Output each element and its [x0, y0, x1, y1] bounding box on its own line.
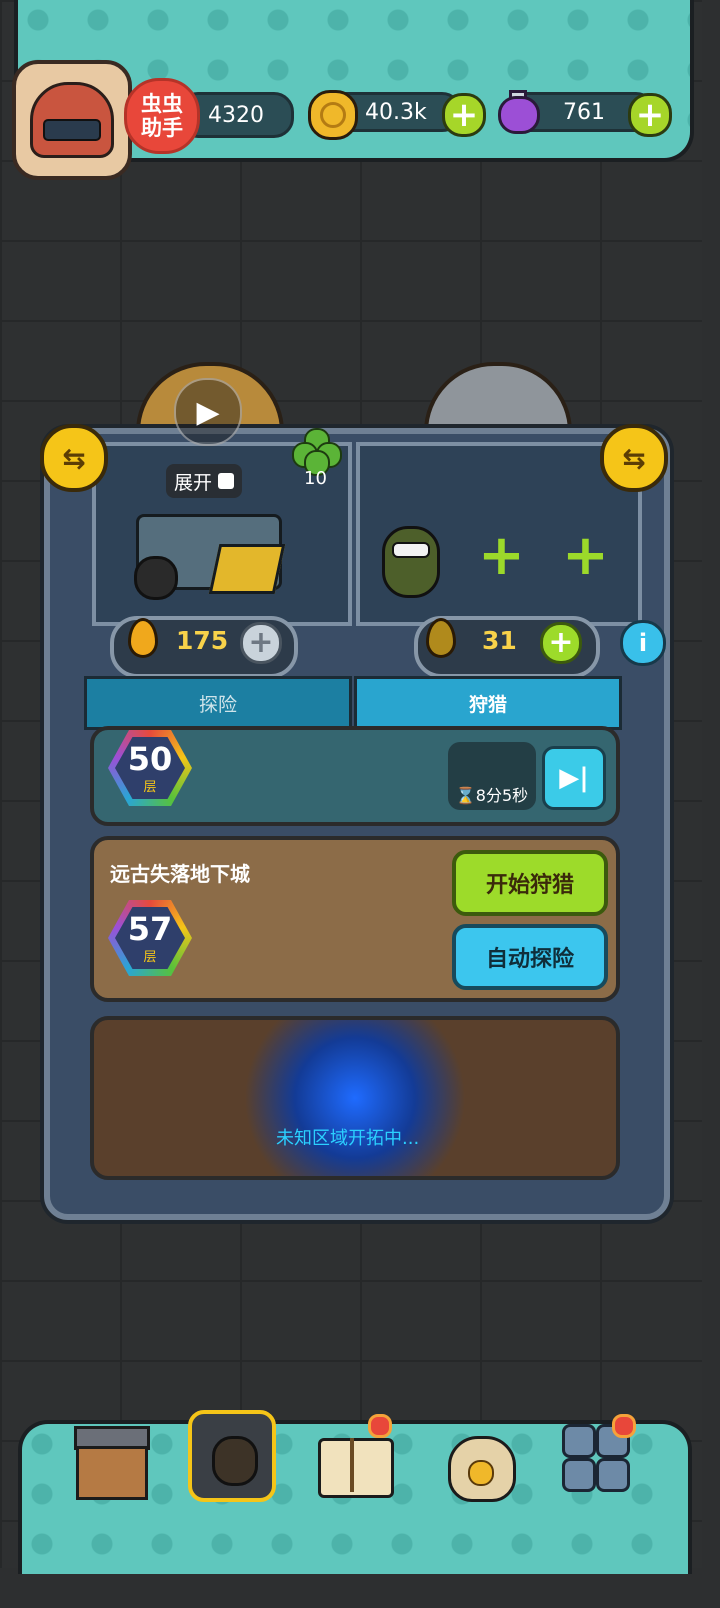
fast-forward-button[interactable]: ▶|	[542, 746, 606, 810]
add-coins-button[interactable]: +	[442, 93, 486, 137]
tab-hunt-label: 狩猎	[468, 693, 507, 716]
unknown-area-text: 未知区域开拓中...	[276, 1128, 420, 1149]
auto-explore-button[interactable]: 自动探险	[452, 924, 608, 990]
play-video-button[interactable]: ▶	[174, 378, 242, 446]
mining-cart-hero[interactable]	[128, 482, 286, 600]
gold-drop-icon	[128, 618, 158, 658]
potion-icon	[496, 88, 540, 134]
hunt-timer-text: ⌛8分5秒	[455, 786, 529, 805]
tab-explore[interactable]: 探险	[84, 676, 352, 730]
floor-unit: 层	[143, 949, 157, 965]
plus-icon: +	[635, 95, 665, 135]
potion-value: 761	[563, 99, 605, 125]
beetle-hero[interactable]	[372, 508, 444, 604]
dungeon-name: 远古失落地下城	[110, 862, 250, 886]
clover-count: 10	[304, 468, 327, 489]
clover-icon	[292, 428, 342, 476]
info-icon: i	[638, 629, 648, 657]
hunt-timer: ⌛8分5秒	[448, 742, 536, 810]
helper-button[interactable]: 虫虫 助手	[124, 78, 200, 154]
book-notification-dot	[368, 1414, 392, 1438]
nav-bag-icon[interactable]	[438, 1420, 518, 1502]
dice-icon	[218, 473, 235, 489]
plus-icon: +	[449, 95, 479, 135]
start-hunt-label: 开始狩猎	[485, 873, 574, 898]
player-avatar[interactable]	[12, 60, 132, 180]
add-hero-slot-2-button[interactable]: +	[562, 528, 609, 584]
floor-unit: 层	[143, 779, 157, 795]
tab-explore-label: 探险	[198, 693, 237, 716]
plus-icon: +	[562, 523, 609, 588]
stat-value: 4320	[208, 102, 264, 128]
add-potions-button[interactable]: +	[628, 93, 672, 137]
plus-icon: +	[548, 625, 574, 660]
plus-icon: +	[248, 625, 274, 660]
nav-lair-icon[interactable]	[188, 1410, 276, 1502]
coin-icon	[308, 90, 358, 140]
info-button[interactable]: i	[620, 620, 666, 666]
plus-icon: +	[478, 523, 525, 588]
swap-right-button[interactable]: ⇆	[600, 424, 668, 492]
tab-hunt[interactable]: 狩猎	[354, 676, 622, 730]
floor-number: 57	[127, 909, 173, 948]
start-hunt-button[interactable]: 开始狩猎	[452, 850, 608, 916]
floor-number: 50	[127, 739, 173, 778]
avatar-face-icon	[30, 82, 114, 158]
add-hero-slot-1-button[interactable]: +	[478, 528, 525, 584]
dark-drop-icon	[426, 618, 456, 658]
helper-label: 虫虫 助手	[141, 92, 183, 140]
add-resource-left-button[interactable]: +	[240, 622, 282, 664]
more-notification-dot	[612, 1414, 636, 1438]
coin-value: 40.3k	[365, 99, 427, 125]
swap-left-button[interactable]: ⇆	[40, 424, 108, 492]
expand-label: 展开	[174, 471, 213, 494]
add-resource-right-button[interactable]: +	[540, 622, 582, 664]
unknown-area-card	[90, 1016, 620, 1180]
expand-button[interactable]: 展开	[166, 464, 243, 498]
auto-explore-label: 自动探险	[485, 947, 574, 972]
resource-left-value: 175	[176, 626, 229, 655]
resource-right-value: 31	[482, 626, 517, 655]
nav-shop-icon[interactable]	[70, 1420, 150, 1500]
